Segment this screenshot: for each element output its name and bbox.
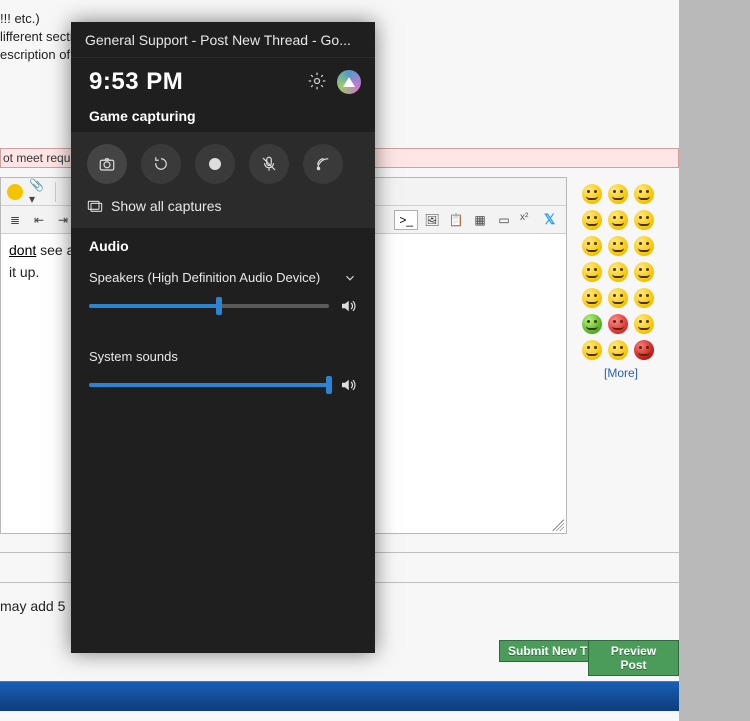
emoji-cool[interactable]	[582, 210, 602, 230]
quote-button[interactable]: ▭	[494, 210, 514, 230]
broadcast-icon	[314, 155, 332, 173]
emoji-frown[interactable]	[634, 288, 654, 308]
emoji-angry[interactable]	[608, 314, 628, 334]
system-volume-row	[89, 368, 357, 412]
emoji-confused[interactable]	[634, 262, 654, 282]
table-button[interactable]: ▦	[470, 210, 490, 230]
gear-icon	[307, 71, 327, 91]
gamebar-header-row: 9:53 PM	[71, 58, 375, 100]
emoji-grid	[582, 184, 660, 360]
resize-grip[interactable]	[552, 519, 564, 531]
audio-section: Speakers (High Definition Audio Device) …	[71, 260, 375, 412]
emoji-think[interactable]	[634, 236, 654, 256]
show-all-captures-link[interactable]: Show all captures	[87, 194, 361, 214]
emoji-sleepy[interactable]	[608, 340, 628, 360]
show-all-label: Show all captures	[111, 198, 222, 214]
emoji-smile[interactable]	[608, 184, 628, 204]
game-bar-overlay: General Support - Post New Thread - Go..…	[71, 22, 375, 653]
emoji-wink[interactable]	[634, 184, 654, 204]
avatar-glyph	[343, 77, 355, 87]
user-avatar[interactable]	[337, 70, 361, 94]
emoji-sick[interactable]	[582, 314, 602, 334]
right-gutter	[679, 0, 750, 721]
screenshot-button[interactable]	[87, 144, 127, 184]
preview-post-button[interactable]: Preview Post	[588, 640, 679, 676]
speaker-icon[interactable]	[339, 297, 357, 315]
audio-section-label: Audio	[71, 228, 375, 260]
capture-buttons-row	[87, 144, 361, 184]
emoji-kiss[interactable]	[582, 340, 602, 360]
system-volume-slider[interactable]	[89, 383, 329, 387]
camera-icon	[98, 155, 116, 173]
emoji-devil[interactable]	[634, 340, 654, 360]
code-prompt-button[interactable]: >_	[394, 210, 418, 230]
attachment-button[interactable]: 📎▾	[29, 182, 49, 202]
chevron-down-icon	[343, 271, 357, 285]
indent-button[interactable]: ⇥	[53, 210, 73, 230]
paste-button[interactable]: 📋	[446, 210, 466, 230]
broadcast-button[interactable]	[303, 144, 343, 184]
gamebar-clock: 9:53 PM	[89, 68, 183, 96]
mic-toggle-button[interactable]	[249, 144, 289, 184]
emoji-whistle[interactable]	[634, 314, 654, 334]
list-button[interactable]: ≣	[5, 210, 25, 230]
system-sounds-label: System sounds	[89, 349, 178, 364]
capture-panel: Show all captures	[71, 132, 375, 228]
replay-icon	[152, 155, 170, 173]
insert-image-button[interactable]: 🖼	[422, 210, 442, 230]
settings-button[interactable]	[307, 71, 327, 94]
gamebar-window-title: General Support - Post New Thread - Go..…	[71, 22, 375, 58]
gallery-icon	[87, 199, 103, 213]
mic-off-icon	[260, 155, 278, 173]
speakers-volume-slider[interactable]	[89, 304, 329, 308]
emoji-meh[interactable]	[582, 288, 602, 308]
record-icon	[209, 158, 221, 170]
emoji-biggrin[interactable]	[608, 262, 628, 282]
footer-bar	[0, 681, 679, 711]
emoji-shy[interactable]	[582, 236, 602, 256]
emoji-more-link[interactable]: [More]	[582, 366, 660, 380]
emoji-sidebar: [More]	[582, 184, 660, 380]
emoji-grin[interactable]	[608, 210, 628, 230]
capturing-label: Game capturing	[71, 100, 375, 132]
emoji-sad[interactable]	[634, 210, 654, 230]
emoji-cry[interactable]	[608, 236, 628, 256]
record-last-button[interactable]	[141, 144, 181, 184]
system-sounds-row: System sounds	[89, 333, 357, 368]
separator	[55, 182, 56, 202]
twitter-button[interactable]: 𝕏	[542, 210, 562, 230]
emoji-picker-button[interactable]	[5, 182, 25, 202]
emoji-rolleyes[interactable]	[608, 288, 628, 308]
speakers-volume-row	[89, 289, 357, 333]
emoji-tongue[interactable]	[582, 184, 602, 204]
start-record-button[interactable]	[195, 144, 235, 184]
speakers-dropdown[interactable]: Speakers (High Definition Audio Device)	[89, 260, 357, 289]
speaker-icon[interactable]	[339, 376, 357, 394]
speakers-label: Speakers (High Definition Audio Device)	[89, 270, 320, 285]
outdent-button[interactable]: ⇤	[29, 210, 49, 230]
superscript-button[interactable]: x²	[518, 210, 538, 230]
emoji-laugh[interactable]	[582, 262, 602, 282]
bg-text-line: !!! etc.)	[0, 11, 40, 26]
attachment-hint: may add 5	[0, 598, 65, 614]
